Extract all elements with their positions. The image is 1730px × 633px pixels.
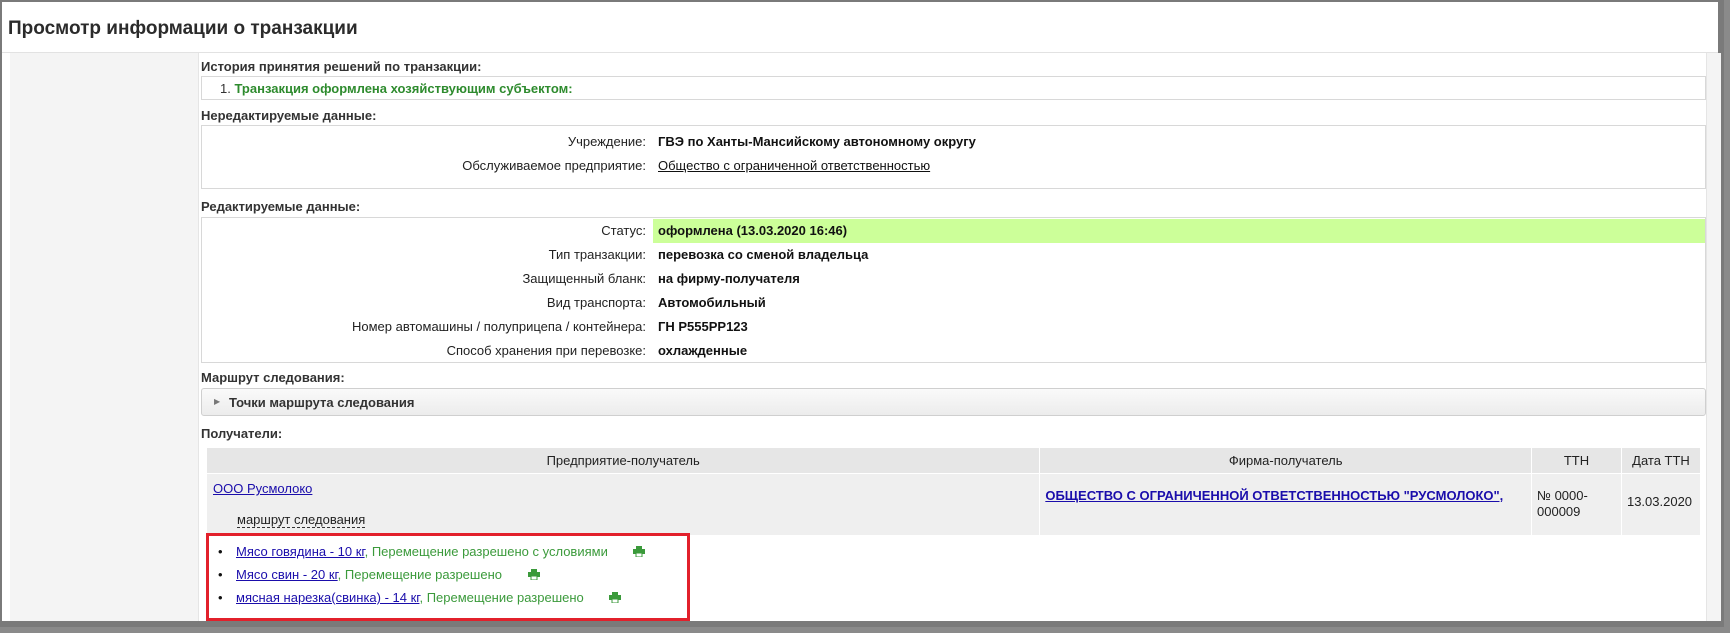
cell-ttn-date: 13.03.2020 [1620, 473, 1702, 539]
page-title: Просмотр информации о транзакции [8, 18, 358, 39]
vehicle-number-label: Номер автомашины / полуприцепа / контейн… [352, 319, 646, 334]
readonly-heading: Нередактируемые данные: [201, 108, 377, 123]
cell-ttn: № 0000-000009 [1531, 473, 1622, 539]
cell-firm: ОБЩЕСТВО С ОГРАНИЧЕННОЙ ОТВЕТСТВЕННОСТЬЮ… [1039, 473, 1533, 539]
table-header-row: Предприятие-получатель Фирма-получатель … [205, 447, 1702, 474]
expand-triangle-icon: ▶ [214, 397, 221, 406]
cell-enterprise: ООО Русмолоко маршрут следования [205, 473, 1041, 539]
route-points-label: Точки маршрута следования [229, 395, 415, 410]
readonly-row-institution: Учреждение: ГВЭ по Ханты-Мансийскому авт… [202, 130, 1705, 154]
col-header-ttn-date: Дата ТТН [1620, 447, 1702, 474]
readonly-box: Учреждение: ГВЭ по Ханты-Мансийскому авт… [201, 125, 1706, 189]
editable-box: Статус: оформлена (13.03.2020 16:46) Тип… [201, 217, 1706, 363]
institution-label: Учреждение: [567, 134, 646, 149]
protected-blank-value: на фирму-получателя [658, 271, 800, 286]
transport-type-value: Автомобильный [658, 295, 766, 310]
history-item-text: Транзакция оформлена хозяйствующим субъе… [234, 81, 573, 96]
served-enterprise-link[interactable]: Общество с ограниченной ответственностью [658, 158, 930, 173]
recipients-heading: Получатели: [201, 426, 283, 441]
col-header-enterprise: Предприятие-получатель [205, 447, 1041, 474]
editable-row-storage: Способ хранения при перевозке: охлажденн… [202, 339, 1705, 363]
served-enterprise-label: Обслуживаемое предприятие: [462, 158, 646, 173]
readonly-row-enterprise: Обслуживаемое предприятие: Общество с ог… [202, 154, 1705, 178]
recipients-table: Предприятие-получатель Фирма-получатель … [205, 447, 1702, 539]
editable-row-status: Статус: оформлена (13.03.2020 16:46) [202, 219, 1705, 243]
transport-type-label: Вид транспорта: [546, 295, 646, 310]
route-heading: Маршрут следования: [201, 370, 345, 385]
right-gutter [1706, 53, 1721, 621]
storage-method-value: охлажденные [658, 343, 748, 358]
route-points-toggle[interactable]: ▶ Точки маршрута следования [201, 388, 1706, 416]
title-divider [2, 52, 1718, 53]
history-item-number: 1. [220, 81, 231, 96]
history-item: 1. Транзакция оформлена хозяйствующим су… [220, 81, 573, 96]
transaction-type-value: перевозка со сменой владельца [658, 247, 869, 262]
editable-row-transport: Вид транспорта: Автомобильный [202, 291, 1705, 315]
history-box: 1. Транзакция оформлена хозяйствующим су… [201, 76, 1706, 100]
recipient-enterprise-link[interactable]: ООО Русмолоко [213, 481, 312, 496]
table-row: ООО Русмолоко маршрут следования ОБЩЕСТВ… [205, 473, 1702, 539]
transaction-type-label: Тип транзакции: [548, 247, 646, 262]
highlight-box [206, 533, 690, 621]
institution-value: ГВЭ по Ханты-Мансийскому автономному окр… [658, 134, 976, 149]
route-link[interactable]: маршрут следования [237, 512, 366, 528]
editable-row-blank: Защищенный бланк: на фирму-получателя [202, 267, 1705, 291]
col-header-ttn: ТТН [1531, 447, 1622, 474]
editable-row-type: Тип транзакции: перевозка со сменой влад… [202, 243, 1705, 267]
editable-heading: Редактируемые данные: [201, 199, 361, 214]
status-label: Статус: [601, 223, 646, 238]
protected-blank-label: Защищенный бланк: [522, 271, 646, 286]
recipient-firm-link[interactable]: ОБЩЕСТВО С ОГРАНИЧЕННОЙ ОТВЕТСТВЕННОСТЬЮ… [1045, 488, 1503, 503]
editable-row-vehicle: Номер автомашины / полуприцепа / контейн… [202, 315, 1705, 339]
left-gutter [10, 53, 199, 621]
history-heading: История принятия решений по транзакции: [201, 59, 482, 74]
storage-method-label: Способ хранения при перевозке: [446, 343, 646, 358]
col-header-firm: Фирма-получатель [1039, 447, 1533, 474]
vehicle-number-value: ГН Р555РР123 [658, 319, 748, 334]
status-value: оформлена (13.03.2020 16:46) [658, 223, 848, 238]
main-window: Просмотр информации о транзакции История… [0, 0, 1724, 627]
